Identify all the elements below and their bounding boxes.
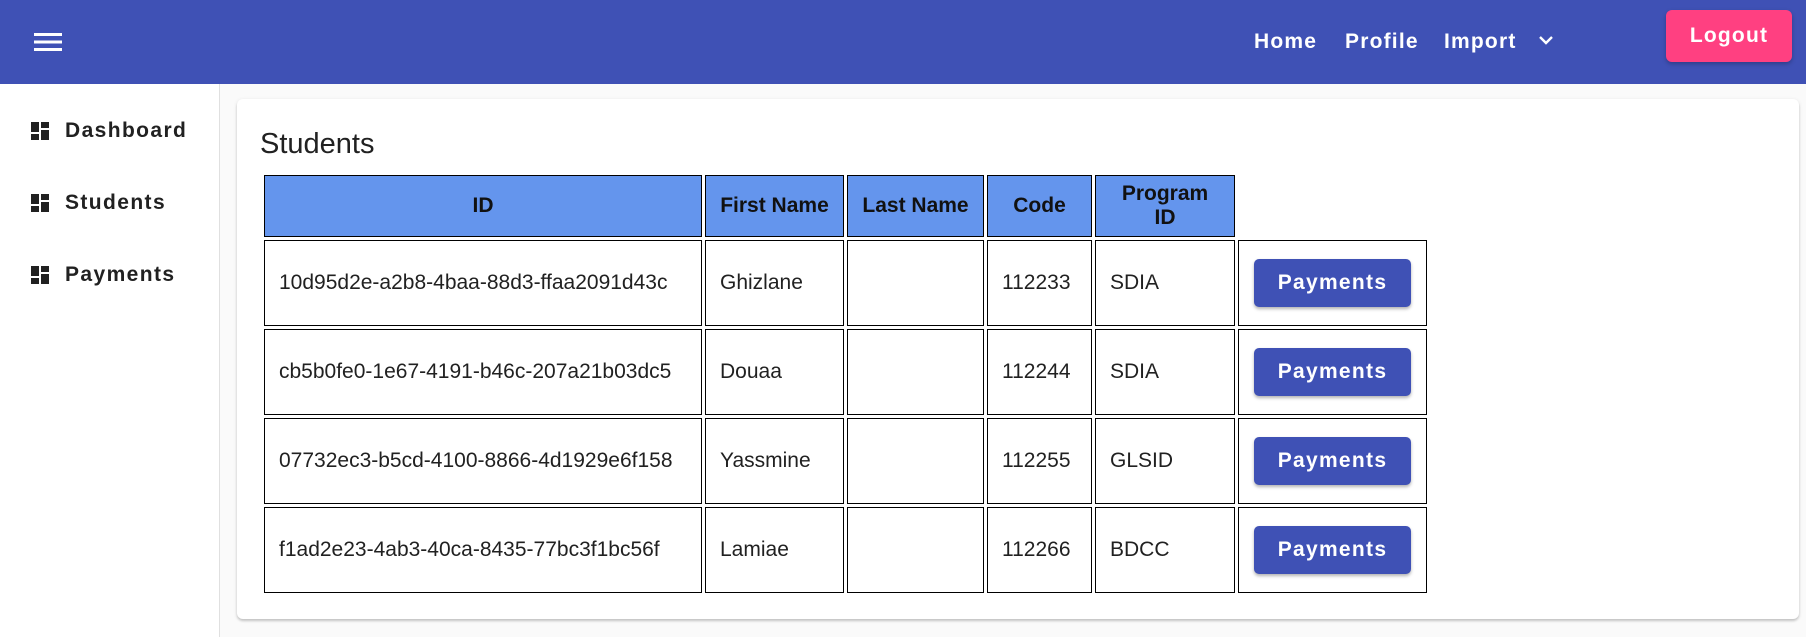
top-toolbar: Home Profile Import Logout <box>0 0 1806 84</box>
cell-action: Payments <box>1238 240 1427 326</box>
sidebar-item-students[interactable]: Students <box>0 175 219 231</box>
nav-import-menu[interactable]: Import <box>1444 20 1517 64</box>
dashboard-icon <box>31 194 49 212</box>
column-header-code: Code <box>987 175 1092 237</box>
cell-last-name <box>847 418 984 504</box>
table-header-row: ID First Name Last Name Code Program ID <box>264 175 1427 237</box>
column-header-program-id: Program ID <box>1095 175 1235 237</box>
sidebar-item-label: Students <box>65 191 167 214</box>
sidebar-item-payments[interactable]: Payments <box>0 247 219 303</box>
page-title: Students <box>260 128 375 160</box>
logout-button[interactable]: Logout <box>1666 10 1792 62</box>
dashboard-icon <box>31 122 49 140</box>
sidebar-item-label: Payments <box>65 263 176 286</box>
students-table: ID First Name Last Name Code Program ID … <box>261 172 1430 596</box>
cell-action: Payments <box>1238 507 1427 593</box>
column-header-id: ID <box>264 175 702 237</box>
table-row: cb5b0fe0-1e67-4191-b46c-207a21b03dc5 Dou… <box>264 329 1427 415</box>
cell-action: Payments <box>1238 418 1427 504</box>
cell-code: 112233 <box>987 240 1092 326</box>
sidebar-item-dashboard[interactable]: Dashboard <box>0 103 219 159</box>
cell-id: f1ad2e23-4ab3-40ca-8435-77bc3f1bc56f <box>264 507 702 593</box>
cell-program-id: SDIA <box>1095 240 1235 326</box>
cell-first-name: Douaa <box>705 329 844 415</box>
cell-first-name: Lamiae <box>705 507 844 593</box>
payments-button[interactable]: Payments <box>1254 259 1411 307</box>
cell-last-name <box>847 329 984 415</box>
cell-code: 112255 <box>987 418 1092 504</box>
cell-program-id: GLSID <box>1095 418 1235 504</box>
cell-id: cb5b0fe0-1e67-4191-b46c-207a21b03dc5 <box>264 329 702 415</box>
cell-code: 112244 <box>987 329 1092 415</box>
cell-last-name <box>847 240 984 326</box>
cell-code: 112266 <box>987 507 1092 593</box>
payments-button[interactable]: Payments <box>1254 526 1411 574</box>
chevron-down-icon[interactable] <box>1534 28 1558 52</box>
column-header-last-name: Last Name <box>847 175 984 237</box>
cell-id: 07732ec3-b5cd-4100-8866-4d1929e6f158 <box>264 418 702 504</box>
cell-program-id: BDCC <box>1095 507 1235 593</box>
table-row: 07732ec3-b5cd-4100-8866-4d1929e6f158 Yas… <box>264 418 1427 504</box>
table-row: 10d95d2e-a2b8-4baa-88d3-ffaa2091d43c Ghi… <box>264 240 1427 326</box>
cell-id: 10d95d2e-a2b8-4baa-88d3-ffaa2091d43c <box>264 240 702 326</box>
nav-home-link[interactable]: Home <box>1254 20 1317 64</box>
table-row: f1ad2e23-4ab3-40ca-8435-77bc3f1bc56f Lam… <box>264 507 1427 593</box>
hamburger-menu-icon[interactable] <box>24 18 72 66</box>
nav-profile-link[interactable]: Profile <box>1345 20 1419 64</box>
sidebar: Dashboard Students Payments <box>0 84 220 637</box>
payments-button[interactable]: Payments <box>1254 348 1411 396</box>
payments-button[interactable]: Payments <box>1254 437 1411 485</box>
cell-first-name: Yassmine <box>705 418 844 504</box>
column-header-first-name: First Name <box>705 175 844 237</box>
sidebar-item-label: Dashboard <box>65 119 188 142</box>
cell-program-id: SDIA <box>1095 329 1235 415</box>
cell-first-name: Ghizlane <box>705 240 844 326</box>
cell-action: Payments <box>1238 329 1427 415</box>
dashboard-icon <box>31 266 49 284</box>
cell-last-name <box>847 507 984 593</box>
